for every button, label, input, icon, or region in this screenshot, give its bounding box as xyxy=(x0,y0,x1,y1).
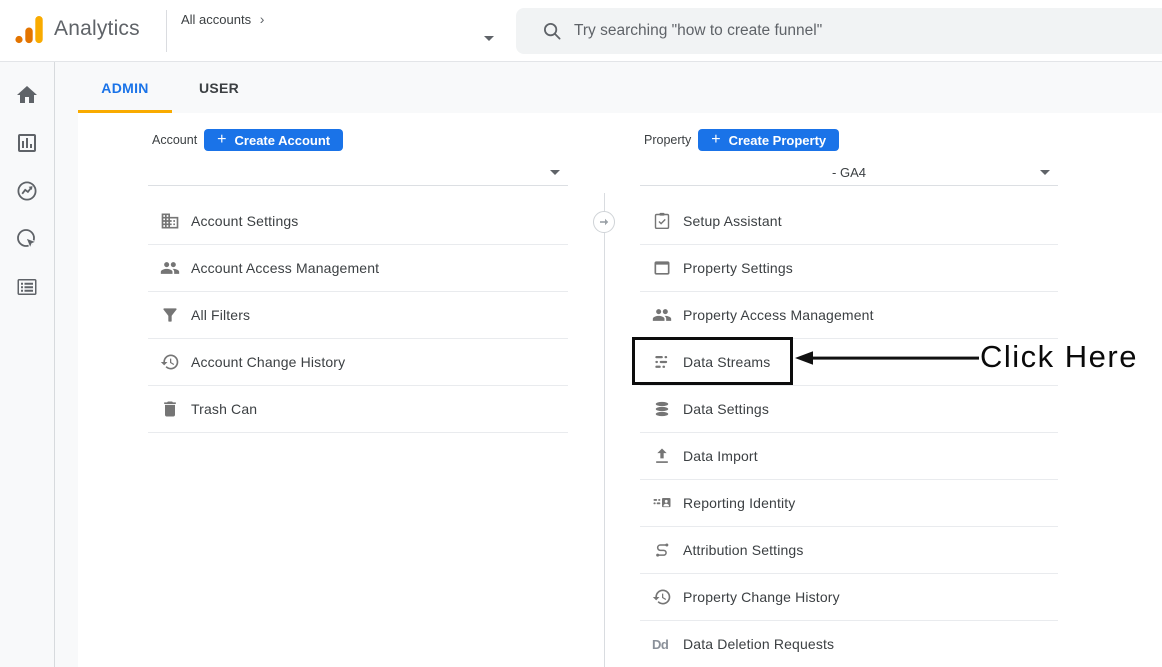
column-divider xyxy=(604,193,605,667)
menu-item-account-change-history[interactable]: Account Change History xyxy=(148,339,568,386)
attribution-path-icon xyxy=(652,540,672,560)
bar-chart-icon[interactable] xyxy=(15,131,39,155)
annotation-text: Click Here xyxy=(980,339,1138,375)
menu-item-label: Account Settings xyxy=(191,213,298,229)
property-selector[interactable]: - GA4 xyxy=(640,159,1058,186)
menu-item-data-settings[interactable]: Data Settings xyxy=(640,386,1058,433)
menu-item-property-access-management[interactable]: Property Access Management xyxy=(640,292,1058,339)
history-icon xyxy=(160,352,180,372)
upload-icon xyxy=(652,446,672,466)
annotation-arrow-icon xyxy=(795,349,979,367)
menu-item-label: Account Access Management xyxy=(191,260,379,276)
tab-user-label: USER xyxy=(199,80,239,96)
menu-item-data-deletion-requests[interactable]: Dd Data Deletion Requests xyxy=(640,621,1058,667)
identity-badge-icon xyxy=(652,493,672,513)
chevron-right-icon: › xyxy=(260,11,265,27)
topbar-divider xyxy=(166,10,167,52)
property-column: Property + Create Property - GA4 Setup A… xyxy=(640,129,1058,667)
menu-item-label: Setup Assistant xyxy=(683,213,782,229)
plus-icon: + xyxy=(217,132,226,148)
topbar: Analytics All accounts › xyxy=(0,0,1162,62)
menu-item-label: Attribution Settings xyxy=(683,542,804,558)
menu-item-label: Data Import xyxy=(683,448,758,464)
database-icon xyxy=(652,399,672,419)
left-nav xyxy=(0,62,55,667)
create-property-label: Create Property xyxy=(729,133,827,148)
clipboard-check-icon xyxy=(652,211,672,231)
menu-item-label: Account Change History xyxy=(191,354,345,370)
account-menu: Account Settings Account Access Manageme… xyxy=(148,186,568,433)
breadcrumb[interactable]: All accounts › xyxy=(181,11,264,27)
tab-admin-label: ADMIN xyxy=(101,80,148,96)
analytics-logo[interactable]: Analytics xyxy=(14,14,140,44)
collapse-column-button[interactable] xyxy=(593,211,615,233)
property-selector-value: - GA4 xyxy=(832,165,866,180)
menu-item-label: Property Access Management xyxy=(683,307,874,323)
filter-icon xyxy=(160,305,180,325)
data-streams-icon xyxy=(652,352,672,372)
admin-user-tabstrip: ADMIN USER xyxy=(56,62,1162,113)
search-bar[interactable] xyxy=(516,8,1162,54)
property-column-label: Property xyxy=(644,133,691,147)
logo-text: Analytics xyxy=(54,17,140,41)
menu-item-account-settings[interactable]: Account Settings xyxy=(148,198,568,245)
menu-item-label: Reporting Identity xyxy=(683,495,795,511)
menu-item-account-access-management[interactable]: Account Access Management xyxy=(148,245,568,292)
admin-content: Account + Create Account Account Setting… xyxy=(78,113,1162,667)
account-picker-caret-icon[interactable] xyxy=(484,36,494,41)
plus-icon: + xyxy=(711,132,720,148)
dd-icon: Dd xyxy=(652,637,672,652)
list-icon[interactable] xyxy=(15,275,39,299)
menu-item-attribution-settings[interactable]: Attribution Settings xyxy=(640,527,1058,574)
menu-item-label: Data Settings xyxy=(683,401,769,417)
account-column-label: Account xyxy=(152,133,197,147)
tab-admin[interactable]: ADMIN xyxy=(78,62,172,113)
menu-item-trash-can[interactable]: Trash Can xyxy=(148,386,568,433)
menu-item-setup-assistant[interactable]: Setup Assistant xyxy=(640,198,1058,245)
property-menu: Setup Assistant Property Settings Proper… xyxy=(640,186,1058,667)
history-icon xyxy=(652,587,672,607)
people-icon xyxy=(652,305,672,325)
trash-icon xyxy=(160,399,180,419)
people-icon xyxy=(160,258,180,278)
create-account-button[interactable]: + Create Account xyxy=(204,129,343,151)
breadcrumb-label: All accounts xyxy=(181,12,251,27)
window-icon xyxy=(652,258,672,278)
search-input[interactable] xyxy=(574,22,1094,40)
tab-user[interactable]: USER xyxy=(172,62,266,113)
advertising-icon[interactable] xyxy=(15,227,39,251)
account-selector[interactable] xyxy=(148,159,568,186)
menu-item-label: Data Streams xyxy=(683,354,770,370)
caret-down-icon xyxy=(1040,170,1050,175)
home-icon[interactable] xyxy=(15,83,39,107)
menu-item-label: Trash Can xyxy=(191,401,257,417)
search-icon xyxy=(542,21,562,41)
create-property-button[interactable]: + Create Property xyxy=(698,129,839,151)
menu-item-property-change-history[interactable]: Property Change History xyxy=(640,574,1058,621)
menu-item-label: Data Deletion Requests xyxy=(683,636,834,652)
menu-item-label: Property Change History xyxy=(683,589,840,605)
arrow-right-icon xyxy=(597,215,611,229)
building-icon xyxy=(160,211,180,231)
create-account-label: Create Account xyxy=(235,133,331,148)
menu-item-label: Property Settings xyxy=(683,260,793,276)
menu-item-data-import[interactable]: Data Import xyxy=(640,433,1058,480)
menu-item-reporting-identity[interactable]: Reporting Identity xyxy=(640,480,1058,527)
menu-item-label: All Filters xyxy=(191,307,250,323)
caret-down-icon xyxy=(550,170,560,175)
menu-item-all-filters[interactable]: All Filters xyxy=(148,292,568,339)
account-column: Account + Create Account Account Setting… xyxy=(148,129,568,433)
explore-icon[interactable] xyxy=(15,179,39,203)
menu-item-property-settings[interactable]: Property Settings xyxy=(640,245,1058,292)
analytics-logo-icon xyxy=(14,14,44,44)
